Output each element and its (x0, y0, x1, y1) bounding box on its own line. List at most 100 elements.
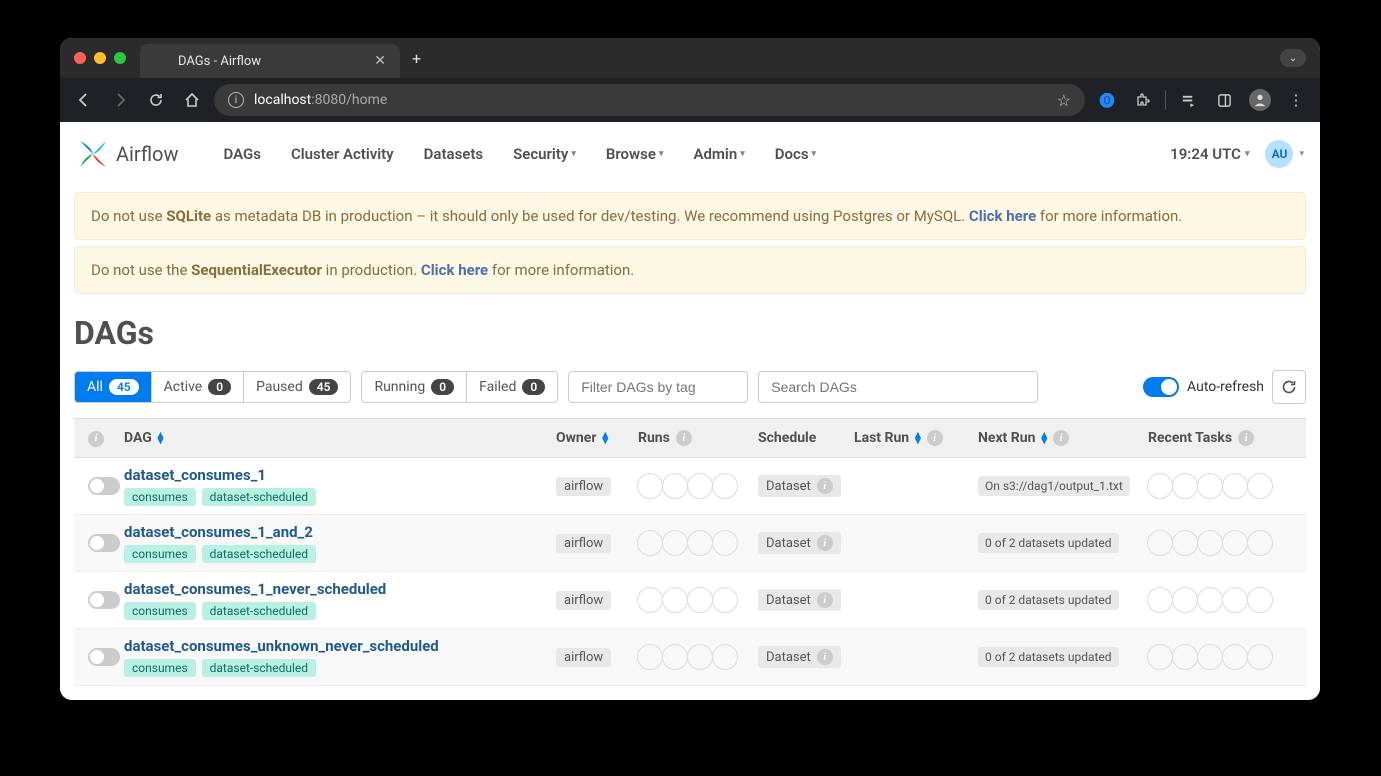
dag-link[interactable]: dataset_consumes_unknown_never_scheduled (124, 637, 556, 655)
dag-tag[interactable]: dataset-scheduled (202, 488, 316, 506)
task-circle[interactable] (1147, 530, 1173, 556)
dag-pause-toggle[interactable] (88, 648, 120, 666)
info-icon[interactable]: i (676, 430, 692, 446)
next-run-pill[interactable]: 0 of 2 datasets updated (978, 647, 1119, 667)
column-header-nextrun[interactable]: Next Run▴▾i (978, 430, 1148, 446)
dag-pause-toggle[interactable] (88, 591, 120, 609)
schedule-pill[interactable]: Dataset i (758, 646, 841, 668)
info-icon[interactable]: i (817, 649, 833, 665)
dag-pause-toggle[interactable] (88, 534, 120, 552)
run-circle[interactable] (662, 473, 688, 499)
home-button[interactable] (178, 86, 206, 114)
tabs-dropdown-button[interactable]: ⌄ (1280, 49, 1306, 67)
task-circle[interactable] (1172, 587, 1198, 613)
run-circle[interactable] (637, 587, 663, 613)
nav-item-admin[interactable]: Admin▾ (678, 137, 759, 171)
run-circle[interactable] (712, 530, 738, 556)
profile-button[interactable] (1246, 86, 1274, 114)
task-circle[interactable] (1197, 587, 1223, 613)
column-header-dag[interactable]: DAG▴▾ (124, 430, 556, 446)
close-tab-icon[interactable]: ✕ (374, 53, 386, 69)
run-circle[interactable] (637, 644, 663, 670)
tag-filter-input[interactable] (568, 371, 748, 403)
task-circle[interactable] (1222, 587, 1248, 613)
onepassword-icon[interactable]: ⓿ (1093, 86, 1121, 114)
task-circle[interactable] (1172, 644, 1198, 670)
media-icon[interactable] (1174, 86, 1202, 114)
task-circle[interactable] (1222, 473, 1248, 499)
task-circle[interactable] (1222, 644, 1248, 670)
forward-button[interactable] (106, 86, 134, 114)
nav-item-cluster-activity[interactable]: Cluster Activity (276, 137, 409, 171)
filter-pill-all[interactable]: All45 (75, 372, 152, 402)
task-circle[interactable] (1197, 644, 1223, 670)
dag-link[interactable]: dataset_consumes_1_never_scheduled (124, 580, 556, 598)
owner-pill[interactable]: airflow (556, 534, 611, 553)
task-circle[interactable] (1147, 587, 1173, 613)
auto-refresh-toggle[interactable] (1143, 377, 1179, 397)
run-circle[interactable] (687, 644, 713, 670)
site-info-icon[interactable]: i (228, 92, 244, 108)
task-circle[interactable] (1172, 530, 1198, 556)
task-circle[interactable] (1197, 473, 1223, 499)
owner-pill[interactable]: airflow (556, 591, 611, 610)
run-circle[interactable] (712, 587, 738, 613)
dag-tag[interactable]: dataset-scheduled (202, 659, 316, 677)
refresh-button[interactable] (1272, 370, 1306, 404)
owner-pill[interactable]: airflow (556, 477, 611, 496)
dag-tag[interactable]: consumes (124, 545, 196, 563)
maximize-window-button[interactable] (114, 52, 126, 64)
bookmark-star-icon[interactable]: ☆ (1057, 91, 1071, 110)
info-icon[interactable]: i (1053, 430, 1069, 446)
run-circle[interactable] (712, 473, 738, 499)
dag-link[interactable]: dataset_consumes_1_and_2 (124, 523, 556, 541)
run-circle[interactable] (637, 530, 663, 556)
run-circle[interactable] (662, 644, 688, 670)
nav-item-security[interactable]: Security▾ (498, 137, 591, 171)
owner-pill[interactable]: airflow (556, 648, 611, 667)
run-circle[interactable] (687, 473, 713, 499)
task-circle[interactable] (1172, 473, 1198, 499)
filter-pill-active[interactable]: Active0 (152, 372, 244, 402)
dag-tag[interactable]: consumes (124, 602, 196, 620)
search-dags-input[interactable] (758, 371, 1038, 403)
info-icon[interactable]: i (817, 478, 833, 494)
next-run-pill[interactable]: 0 of 2 datasets updated (978, 590, 1119, 610)
run-circle[interactable] (687, 587, 713, 613)
next-run-pill[interactable]: 0 of 2 datasets updated (978, 533, 1119, 553)
run-circle[interactable] (662, 530, 688, 556)
clock[interactable]: 19:24 UTC▾ (1170, 145, 1249, 163)
task-circle[interactable] (1247, 644, 1273, 670)
run-circle[interactable] (687, 530, 713, 556)
dag-tag[interactable]: dataset-scheduled (202, 602, 316, 620)
task-circle[interactable] (1222, 530, 1248, 556)
task-circle[interactable] (1147, 644, 1173, 670)
dag-tag[interactable]: consumes (124, 659, 196, 677)
task-circle[interactable] (1247, 587, 1273, 613)
extensions-icon[interactable] (1129, 86, 1157, 114)
dag-link[interactable]: dataset_consumes_1 (124, 466, 556, 484)
info-icon[interactable]: i (817, 535, 833, 551)
sidepanel-icon[interactable] (1210, 86, 1238, 114)
task-circle[interactable] (1147, 473, 1173, 499)
info-icon[interactable]: i (817, 592, 833, 608)
new-tab-button[interactable]: + (400, 49, 433, 68)
close-window-button[interactable] (74, 52, 86, 64)
chrome-menu-icon[interactable]: ⋮ (1282, 86, 1310, 114)
alert-link[interactable]: Click here (421, 261, 488, 279)
run-circle[interactable] (662, 587, 688, 613)
airflow-logo[interactable]: Airflow (76, 137, 178, 171)
schedule-pill[interactable]: Dataset i (758, 475, 841, 497)
nav-item-browse[interactable]: Browse▾ (591, 137, 679, 171)
info-icon[interactable]: i (927, 430, 943, 446)
info-icon[interactable]: i (88, 431, 104, 447)
dag-tag[interactable]: dataset-scheduled (202, 545, 316, 563)
schedule-pill[interactable]: Dataset i (758, 532, 841, 554)
run-circle[interactable] (712, 644, 738, 670)
run-circle[interactable] (637, 473, 663, 499)
column-header-lastrun[interactable]: Last Run▴▾i (854, 430, 978, 446)
dag-pause-toggle[interactable] (88, 477, 120, 495)
minimize-window-button[interactable] (94, 52, 106, 64)
next-run-pill[interactable]: On s3://dag1/output_1.txt (978, 476, 1130, 496)
back-button[interactable] (70, 86, 98, 114)
